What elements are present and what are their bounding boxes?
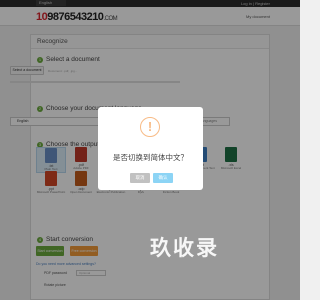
- watermark-text: 玖收录: [150, 236, 219, 260]
- dialog-message: 是否切换到简体中文？: [113, 153, 188, 162]
- confirm-button[interactable]: 确认: [153, 173, 173, 183]
- language-switch-dialog: ! 是否切换到简体中文？ 取消 确认: [98, 107, 203, 190]
- cancel-button[interactable]: 取消: [130, 173, 150, 183]
- warning-icon: !: [140, 117, 160, 137]
